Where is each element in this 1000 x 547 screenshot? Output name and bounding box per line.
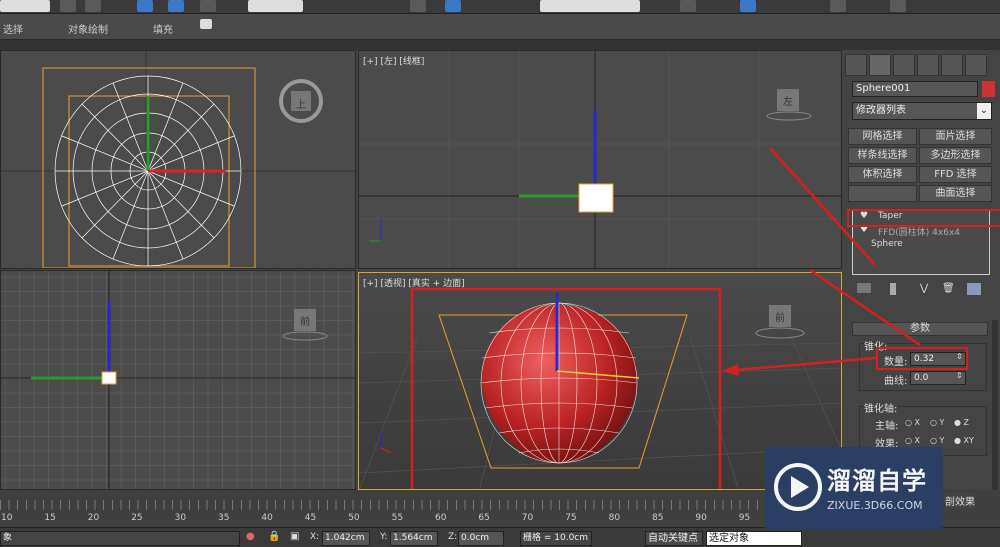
arrow-to-model — [734, 356, 877, 372]
timeline-tick-label: 25 — [131, 513, 143, 523]
timeline-tick-label: 60 — [435, 513, 447, 523]
timeline-tick-label: 95 — [738, 513, 751, 523]
symmetry-effect-label: 剖效果 — [945, 493, 975, 508]
absolute-mode-icon[interactable]: ▣ — [290, 531, 299, 542]
auto-key-button[interactable]: 自动关键点 — [645, 531, 703, 546]
timeline-tick-label: 20 — [87, 513, 100, 523]
timeline-tick-label: 90 — [695, 513, 707, 523]
isolate-icon[interactable]: ● — [246, 531, 255, 542]
key-filter-dropdown[interactable]: 选定对象 — [706, 531, 802, 546]
arrow-to-taper — [769, 147, 876, 266]
timeline-tick-label: 50 — [348, 513, 360, 523]
lock-selection-icon[interactable]: 🔒 — [268, 531, 280, 542]
x-label: X: — [310, 532, 320, 542]
timeline-tick-label: 70 — [521, 513, 534, 523]
timeline-tick-label: 15 — [44, 513, 56, 523]
y-coordinate-input[interactable]: 1.564cm — [390, 531, 438, 546]
y-label: Y: — [380, 532, 388, 542]
timeline-tick-label: 35 — [218, 513, 230, 523]
timeline-tick-label: 55 — [391, 513, 404, 523]
timeline-tick-label: 10 — [1, 513, 13, 523]
timeline-tick-label: 65 — [478, 513, 490, 523]
z-coordinate-input[interactable]: 0.0cm — [458, 531, 504, 546]
time-ruler[interactable] — [0, 500, 770, 510]
status-bar: 象 ● 🔒 ▣ X: 1.042cm Y: 1.564cm Z: 0.0cm 栅… — [0, 527, 1000, 547]
watermark: 溜溜自学 ZIXUE.3D66.COM — [765, 447, 943, 530]
timeline-tick-label: 30 — [174, 513, 187, 523]
watermark-title: 溜溜自学 — [827, 467, 927, 495]
grid-size: 栅格 = 10.0cm — [520, 531, 592, 546]
x-coordinate-input[interactable]: 1.042cm — [322, 531, 370, 546]
watermark-url: ZIXUE.3D66.COM — [827, 499, 923, 512]
timeline-tick-label: 40 — [261, 513, 273, 523]
watermark-logo-icon — [774, 463, 822, 511]
timeline-tick-label: 80 — [608, 513, 621, 523]
z-label: Z: — [448, 532, 458, 542]
timeline-tick-label: 75 — [565, 513, 577, 523]
timeline-tick-label: 85 — [652, 513, 664, 523]
prompt-line: 象 — [0, 531, 240, 546]
timeline-tick-label: 45 — [304, 513, 317, 523]
